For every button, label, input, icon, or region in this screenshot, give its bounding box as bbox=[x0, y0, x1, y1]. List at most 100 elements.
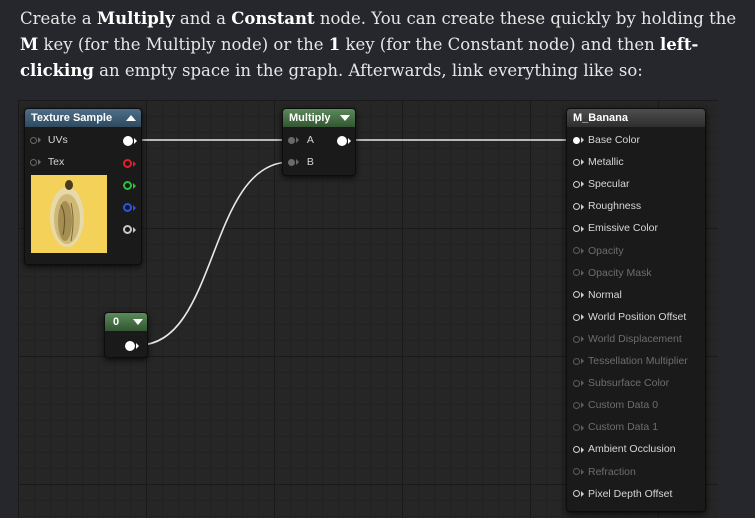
instr-text-4: key (for the Multiply node) or the bbox=[38, 35, 329, 54]
material-input-label: Subsurface Color bbox=[588, 377, 670, 390]
pin-arrow-icon bbox=[581, 380, 584, 387]
texture-output-r-pin[interactable] bbox=[123, 159, 136, 168]
material-input-row[interactable]: Emissive Color bbox=[573, 219, 658, 237]
material-input-label: Pixel Depth Offset bbox=[588, 487, 673, 500]
input-pin-icon[interactable] bbox=[573, 446, 580, 454]
input-pin-icon[interactable] bbox=[573, 490, 580, 498]
multiply-header[interactable]: Multiply bbox=[283, 109, 355, 127]
material-input-row[interactable]: Pixel Depth Offset bbox=[573, 485, 672, 503]
instructions-text: Create a Multiply and a Constant node. Y… bbox=[20, 6, 740, 84]
material-result-header[interactable]: M_Banana bbox=[567, 109, 705, 127]
material-result-node[interactable]: M_Banana Base Color Metallic Specular Rough… bbox=[566, 108, 706, 512]
material-input-label: Ambient Occlusion bbox=[588, 443, 676, 456]
texture-sample-header[interactable]: Texture Sample bbox=[25, 109, 141, 127]
constant-header[interactable]: 0 bbox=[105, 313, 147, 331]
instr-bold-constant: Constant bbox=[231, 9, 315, 28]
instr-text-2: and a bbox=[174, 9, 232, 28]
multiply-input-b[interactable]: B bbox=[288, 153, 314, 171]
a-label: A bbox=[306, 134, 314, 146]
multiply-output-pin[interactable] bbox=[337, 136, 351, 146]
input-pin-icon[interactable] bbox=[288, 158, 295, 166]
b-label: B bbox=[306, 156, 314, 168]
constant-output-pin[interactable] bbox=[125, 341, 139, 351]
material-input-label: Refraction bbox=[588, 465, 636, 478]
input-pin-icon[interactable] bbox=[573, 247, 580, 255]
wire-constant-to-multiply-b[interactable] bbox=[138, 161, 291, 346]
multiply-input-a[interactable]: A bbox=[288, 131, 314, 149]
material-name-title: M_Banana bbox=[573, 112, 629, 124]
input-pin-icon[interactable] bbox=[573, 357, 580, 365]
input-pin-icon[interactable] bbox=[573, 225, 580, 233]
texture-input-uvs[interactable]: UVs bbox=[30, 131, 68, 149]
pin-arrow-icon bbox=[581, 137, 584, 144]
collapse-arrow-icon[interactable] bbox=[340, 115, 350, 121]
material-input-label: Roughness bbox=[588, 200, 642, 213]
input-pin-icon[interactable] bbox=[573, 379, 580, 387]
texture-input-tex[interactable]: Tex bbox=[30, 153, 64, 171]
input-pin-icon[interactable] bbox=[573, 269, 580, 277]
texture-sample-node[interactable]: Texture Sample UVs Tex bbox=[24, 108, 142, 265]
material-input-label: Base Color bbox=[588, 134, 640, 146]
material-graph-canvas[interactable]: Texture Sample UVs Tex Multiply A B 0 M_… bbox=[18, 100, 718, 518]
pin-arrow-icon bbox=[296, 137, 299, 144]
texture-output-b-pin[interactable] bbox=[123, 203, 136, 212]
material-input-label: Emissive Color bbox=[588, 222, 659, 235]
material-input-label: Custom Data 0 bbox=[588, 399, 659, 412]
pin-arrow-icon bbox=[581, 424, 584, 431]
input-pin-icon[interactable] bbox=[573, 313, 580, 321]
material-input-row[interactable]: Base Color bbox=[573, 131, 640, 149]
pin-arrow-icon bbox=[581, 225, 584, 232]
input-pin-icon[interactable] bbox=[573, 136, 580, 144]
material-input-row[interactable]: Refraction bbox=[573, 463, 636, 481]
material-input-row[interactable]: Tessellation Multiplier bbox=[573, 352, 688, 370]
pin-arrow-icon bbox=[581, 468, 584, 475]
material-input-row[interactable]: Ambient Occlusion bbox=[573, 440, 676, 458]
input-pin-icon[interactable] bbox=[30, 136, 37, 144]
input-pin-icon[interactable] bbox=[573, 203, 580, 211]
material-input-row[interactable]: Subsurface Color bbox=[573, 374, 669, 392]
multiply-node[interactable]: Multiply A B bbox=[282, 108, 356, 176]
tex-label: Tex bbox=[47, 156, 65, 168]
constant-node[interactable]: 0 bbox=[104, 312, 148, 358]
pin-arrow-icon bbox=[581, 203, 584, 210]
material-input-row[interactable]: World Position Offset bbox=[573, 308, 686, 326]
pin-arrow-icon bbox=[581, 181, 584, 188]
pin-arrow-icon bbox=[38, 137, 41, 144]
material-input-label: World Position Offset bbox=[588, 310, 687, 323]
input-pin-icon[interactable] bbox=[573, 401, 580, 409]
input-pin-icon[interactable] bbox=[573, 468, 580, 476]
input-pin-icon[interactable] bbox=[573, 180, 580, 188]
material-input-row[interactable]: Opacity bbox=[573, 242, 624, 260]
pin-arrow-icon bbox=[581, 446, 584, 453]
material-input-row[interactable]: Normal bbox=[573, 286, 622, 304]
material-input-row[interactable]: World Displacement bbox=[573, 330, 682, 348]
pin-arrow-icon bbox=[581, 314, 584, 321]
texture-output-a-pin[interactable] bbox=[123, 225, 136, 234]
material-input-row[interactable]: Custom Data 0 bbox=[573, 396, 658, 414]
texture-output-rgb-pin[interactable] bbox=[123, 136, 137, 146]
texture-output-g-pin[interactable] bbox=[123, 181, 136, 190]
collapse-arrow-icon[interactable] bbox=[126, 115, 136, 121]
input-pin-icon[interactable] bbox=[573, 424, 580, 432]
input-pin-icon[interactable] bbox=[30, 158, 37, 166]
input-pin-icon[interactable] bbox=[288, 136, 295, 144]
material-input-row[interactable]: Opacity Mask bbox=[573, 264, 652, 282]
material-input-label: Custom Data 1 bbox=[588, 421, 659, 434]
material-input-label: Opacity Mask bbox=[588, 266, 652, 279]
material-input-label: Metallic bbox=[588, 156, 624, 169]
pin-arrow-icon bbox=[581, 358, 584, 365]
collapse-arrow-icon[interactable] bbox=[133, 319, 143, 325]
material-input-row[interactable]: Roughness bbox=[573, 197, 641, 215]
material-input-row[interactable]: Specular bbox=[573, 175, 629, 193]
material-input-label: World Displacement bbox=[588, 332, 682, 345]
pin-arrow-icon bbox=[581, 269, 584, 276]
banana-texture-preview bbox=[31, 175, 107, 253]
input-pin-icon[interactable] bbox=[573, 158, 580, 166]
material-input-row[interactable]: Custom Data 1 bbox=[573, 418, 658, 436]
input-pin-icon[interactable] bbox=[573, 291, 580, 299]
instr-text-3: node. You can create these quickly by ho… bbox=[314, 9, 737, 28]
pin-arrow-icon bbox=[581, 247, 584, 254]
uvs-label: UVs bbox=[47, 134, 68, 146]
input-pin-icon[interactable] bbox=[573, 335, 580, 343]
material-input-row[interactable]: Metallic bbox=[573, 153, 624, 171]
